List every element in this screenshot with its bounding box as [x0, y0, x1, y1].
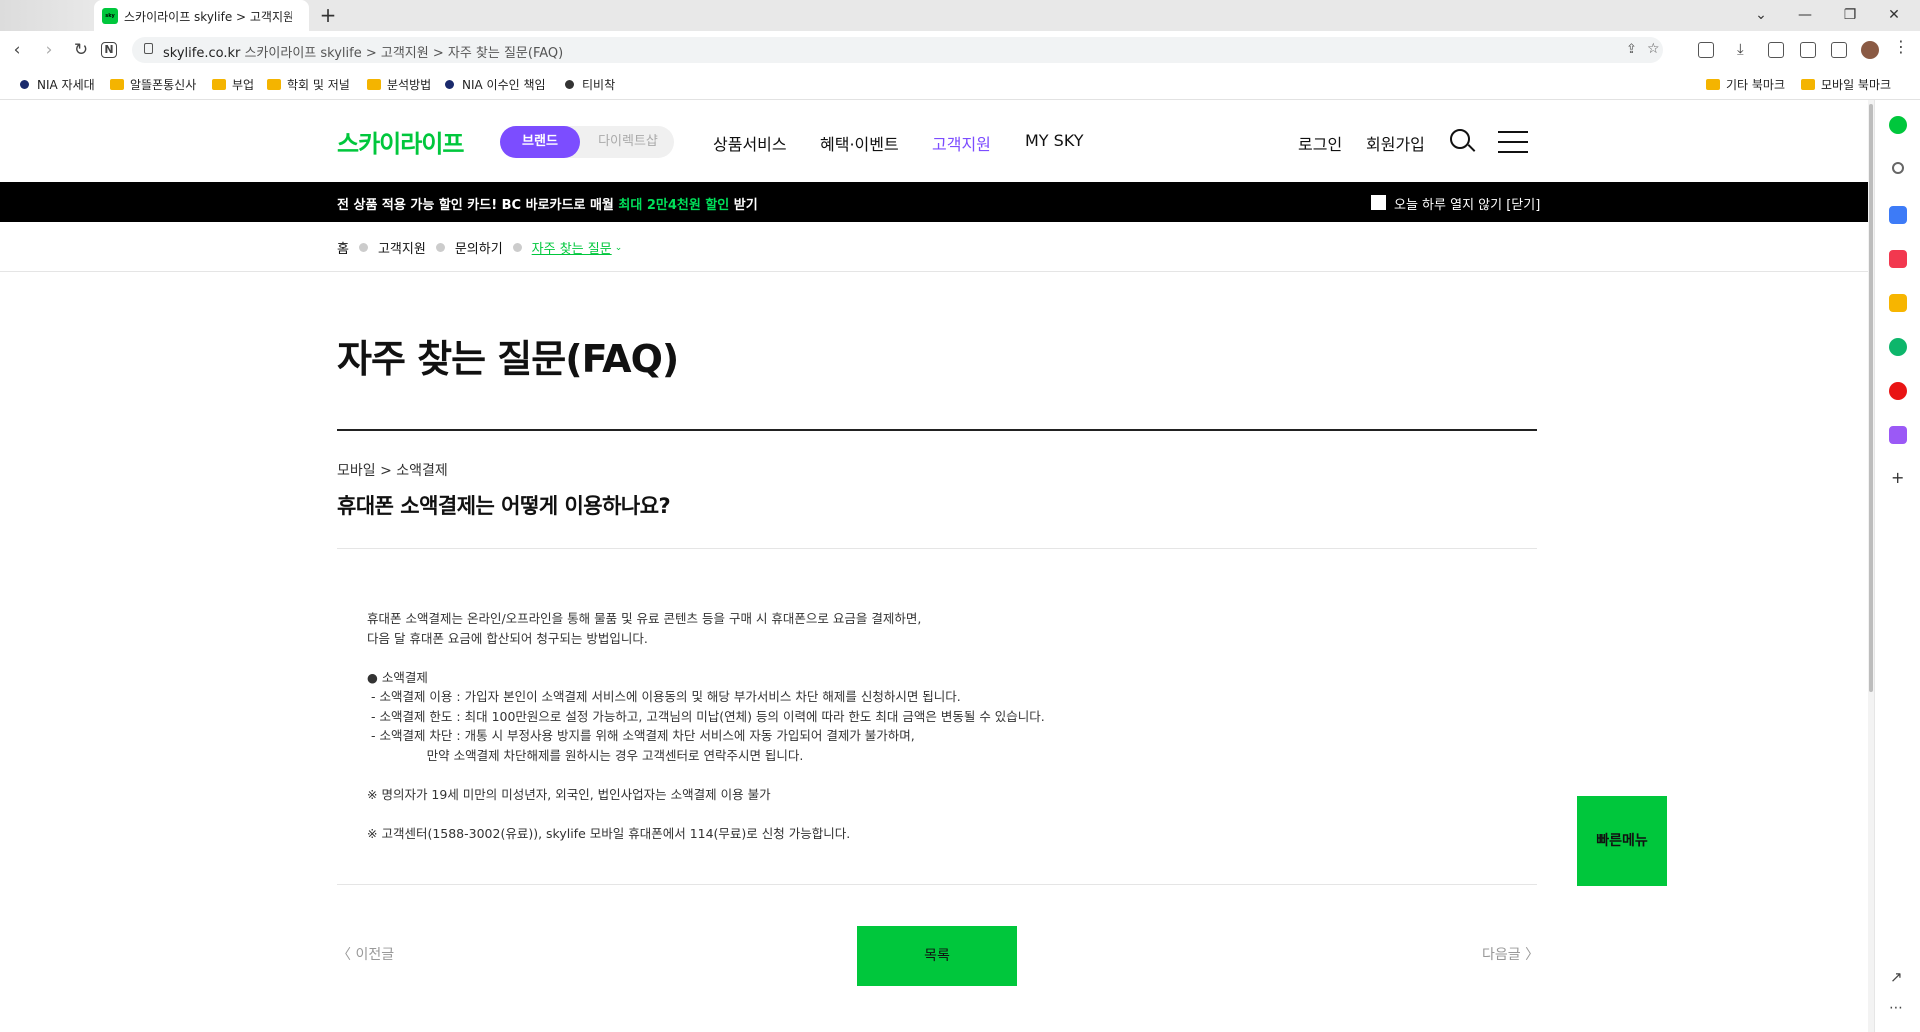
bookmark-folder[interactable]: 알뜰폰통신사 — [110, 76, 196, 93]
breadcrumb-separator-icon — [435, 243, 445, 252]
promo-close-link[interactable]: 오늘 하루 열지 않기 [닫기] — [1394, 194, 1540, 213]
folder-icon — [110, 79, 124, 90]
pocket-icon[interactable] — [1889, 250, 1907, 268]
edge-icon[interactable] — [1889, 338, 1907, 356]
url-text[interactable]: skylife.co.kr 스카이라이프 skylife > 고객지원 > 자주… — [163, 42, 563, 61]
folder-icon — [212, 79, 226, 90]
next-post-link[interactable]: 다음글 〉 — [1482, 944, 1539, 964]
profile-avatar[interactable] — [1861, 41, 1879, 59]
bookmark-folder-mobile[interactable]: 모바일 북마크 — [1801, 76, 1891, 93]
bookmark-dot-icon — [20, 80, 29, 89]
external-link-icon[interactable]: ↗ — [1890, 968, 1903, 986]
more-menu-icon[interactable]: ⋮ — [1893, 37, 1909, 56]
green-circle-icon[interactable] — [1889, 116, 1907, 134]
breadcrumb-separator-icon — [512, 243, 522, 252]
bookmark-folder[interactable]: 분석방법 — [367, 76, 431, 93]
bookmark-item[interactable]: 티비착 — [565, 76, 615, 93]
browser-side-panel: + ↗ ⋯ — [1874, 100, 1920, 1032]
nav-support[interactable]: 고객지원 — [932, 131, 991, 155]
bookmark-dot-icon — [565, 80, 574, 89]
toggle-brand[interactable]: 브랜드 — [500, 126, 580, 158]
brand-direct-toggle[interactable]: 브랜드 다이렉트샵 — [500, 126, 674, 158]
split-view-icon[interactable] — [1831, 42, 1847, 58]
music-icon[interactable] — [1889, 382, 1907, 400]
list-button[interactable]: 목록 — [857, 926, 1017, 986]
bookmark-folder[interactable]: 학회 및 저널 — [267, 76, 350, 93]
faq-category: 모바일 > 소액결제 — [337, 463, 448, 479]
site-favicon-icon: sky — [102, 8, 118, 24]
quick-menu-button[interactable]: 빠른메뉴 — [1577, 796, 1667, 886]
share-icon[interactable]: ⇪ — [1626, 42, 1637, 57]
favorite-star-icon[interactable]: ☆ — [1647, 41, 1660, 57]
naver-extension-icon[interactable]: N — [101, 42, 117, 58]
bookmark-item[interactable]: NIA 이수인 책임 — [445, 76, 546, 93]
divider — [0, 271, 1868, 272]
bookmark-folder[interactable]: 부업 — [212, 76, 254, 93]
breadcrumb-separator-icon — [358, 243, 368, 252]
screen-cast-icon[interactable] — [1768, 42, 1784, 58]
download-icon[interactable]: ⤓ — [1737, 40, 1744, 58]
faq-answer: 휴대폰 소액결제는 온라인/오프라인을 통해 물품 및 유료 콘텐츠 등을 구매… — [367, 611, 1045, 841]
tab-search-chevron-icon[interactable]: ⌄ — [1746, 5, 1776, 25]
close-window-button[interactable]: ✕ — [1879, 5, 1909, 25]
screenshot-icon[interactable] — [1800, 42, 1816, 58]
web-page — [0, 100, 1868, 1032]
login-link[interactable]: 로그인 — [1298, 131, 1342, 155]
more-dots-icon[interactable]: ⋯ — [1889, 1000, 1903, 1016]
hamburger-menu-icon[interactable] — [1498, 131, 1528, 153]
calendar-icon[interactable] — [1889, 206, 1907, 224]
forward-icon[interactable]: › — [38, 39, 60, 61]
folder-icon — [367, 79, 381, 90]
reload-icon[interactable]: ↻ — [70, 39, 92, 61]
bookmarks-bar: NIA 자세대 알뜰폰통신사 부업 학회 및 저널 분석방법 NIA 이수인 책… — [0, 68, 1920, 100]
page-title: 자주 찾는 질문(FAQ) — [337, 337, 679, 381]
faq-question: 휴대폰 소액결제는 어떻게 이용하나요? — [337, 494, 671, 518]
promo-banner: 전 상품 적용 가능 할인 카드! BC 바로카드로 매월 최대 2만4천원 할… — [0, 182, 1868, 222]
breadcrumb-faq[interactable]: 자주 찾는 질문 — [532, 238, 612, 257]
toggle-direct-shop[interactable]: 다이렉트샵 — [588, 126, 668, 158]
settings-icon[interactable] — [1892, 162, 1904, 174]
signup-link[interactable]: 회원가입 — [1366, 131, 1425, 155]
chevron-down-icon[interactable]: ⌄ — [615, 243, 623, 253]
folder-icon — [1801, 79, 1815, 90]
lock-icon — [144, 43, 153, 54]
bulb-icon[interactable] — [1889, 426, 1907, 444]
nav-products[interactable]: 상품서비스 — [713, 131, 787, 155]
restore-button[interactable]: ❐ — [1835, 5, 1865, 25]
title-divider — [337, 429, 1537, 431]
scrollbar-thumb[interactable] — [1869, 104, 1873, 692]
dont-show-today-checkbox[interactable] — [1371, 195, 1386, 210]
minimize-button[interactable]: — — [1790, 5, 1820, 25]
active-tab[interactable]: sky 스카이라이프 skylife > 고객지원 — [94, 0, 309, 31]
folder-icon — [1706, 79, 1720, 90]
breadcrumb-support[interactable]: 고객지원 — [378, 238, 426, 257]
back-icon[interactable]: ‹ — [6, 39, 28, 61]
star-icon[interactable] — [1889, 294, 1907, 312]
prev-post-link[interactable]: 〈 이전글 — [337, 944, 394, 964]
bookmark-item[interactable]: NIA 자세대 — [20, 76, 95, 93]
skylife-logo[interactable]: 스카이라이프 — [337, 124, 464, 159]
browser-tab-bar: sky 스카이라이프 skylife > 고객지원 + ⌄ — ❐ ✕ — [0, 0, 1920, 31]
nav-my-sky[interactable]: MY SKY — [1025, 131, 1084, 150]
tab-title: 스카이라이프 skylife > 고객지원 — [124, 10, 292, 24]
bookmark-folder-other[interactable]: 기타 북마크 — [1706, 76, 1785, 93]
divider — [337, 548, 1537, 549]
new-tab-button[interactable]: + — [317, 4, 339, 26]
address-bar[interactable]: skylife.co.kr 스카이라이프 skylife > 고객지원 > 자주… — [132, 37, 1663, 63]
promo-text[interactable]: 전 상품 적용 가능 할인 카드! BC 바로카드로 매월 최대 2만4천원 할… — [337, 194, 758, 213]
nav-benefits[interactable]: 혜택·이벤트 — [820, 131, 899, 155]
breadcrumb-home[interactable]: 홈 — [337, 238, 349, 257]
breadcrumb: 홈 고객지원 문의하기 자주 찾는 질문 ⌄ — [337, 238, 622, 257]
divider — [337, 884, 1537, 885]
add-icon[interactable]: + — [1891, 468, 1904, 487]
pinned-tab[interactable] — [0, 0, 94, 31]
folder-icon — [267, 79, 281, 90]
bookmark-dot-icon — [445, 80, 454, 89]
search-icon[interactable] — [1450, 129, 1470, 149]
breadcrumb-inquiry[interactable]: 문의하기 — [455, 238, 503, 257]
extensions-puzzle-icon[interactable] — [1698, 42, 1714, 58]
